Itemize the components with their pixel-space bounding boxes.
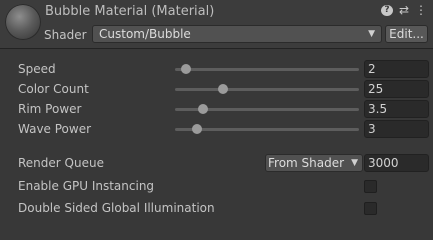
help-icon[interactable]: ? (381, 5, 393, 16)
material-header: Bubble Material (Material) ? ⇄ ⋮ Shader … (0, 0, 433, 48)
dropdown-arrow-icon: ▼ (368, 29, 375, 39)
color-count-slider[interactable] (175, 84, 359, 94)
rim-power-slider-thumb[interactable] (197, 104, 208, 114)
wave-power-field[interactable]: 3 (364, 120, 429, 138)
render-queue-label: Render Queue (18, 156, 104, 170)
more-vert-icon[interactable]: ⋮ (415, 3, 427, 17)
gpu-instancing-label: Enable GPU Instancing (18, 179, 155, 193)
double-sided-gi-checkbox[interactable] (364, 202, 377, 215)
material-preview (5, 4, 41, 40)
material-title: Bubble Material (Material) (45, 4, 215, 19)
double-sided-gi-label: Double Sided Global Illumination (18, 201, 215, 215)
render-queue-field[interactable]: 3000 (364, 154, 429, 172)
shader-value: Custom/Bubble (99, 27, 191, 41)
render-queue-dropdown[interactable]: From Shader ▼ (265, 154, 363, 172)
dropdown-arrow-icon: ▼ (351, 158, 358, 168)
rim-power-slider[interactable] (175, 104, 359, 114)
gpu-instancing-checkbox[interactable] (364, 180, 377, 193)
rim-power-field[interactable]: 3.5 (364, 100, 429, 118)
color-count-label: Color Count (18, 82, 89, 96)
speed-field[interactable]: 2 (364, 60, 429, 78)
wave-power-slider-thumb[interactable] (192, 124, 203, 134)
color-count-field[interactable]: 25 (364, 80, 429, 98)
header-icons: ? ⇄ ⋮ (381, 3, 427, 17)
speed-slider-thumb[interactable] (181, 64, 192, 74)
rim-power-label: Rim Power (18, 102, 82, 116)
shader-dropdown[interactable]: Custom/Bubble ▼ (92, 25, 382, 43)
wave-power-slider[interactable] (175, 124, 359, 134)
wave-power-label: Wave Power (18, 122, 92, 136)
shader-label: Shader (44, 28, 87, 42)
color-count-slider-thumb[interactable] (217, 84, 228, 94)
speed-slider[interactable] (175, 64, 359, 74)
render-queue-mode: From Shader (268, 156, 345, 170)
divider (0, 48, 433, 49)
settings-sliders-icon[interactable]: ⇄ (398, 3, 410, 17)
speed-label: Speed (18, 62, 56, 76)
edit-shader-button[interactable]: Edit... (385, 25, 428, 43)
